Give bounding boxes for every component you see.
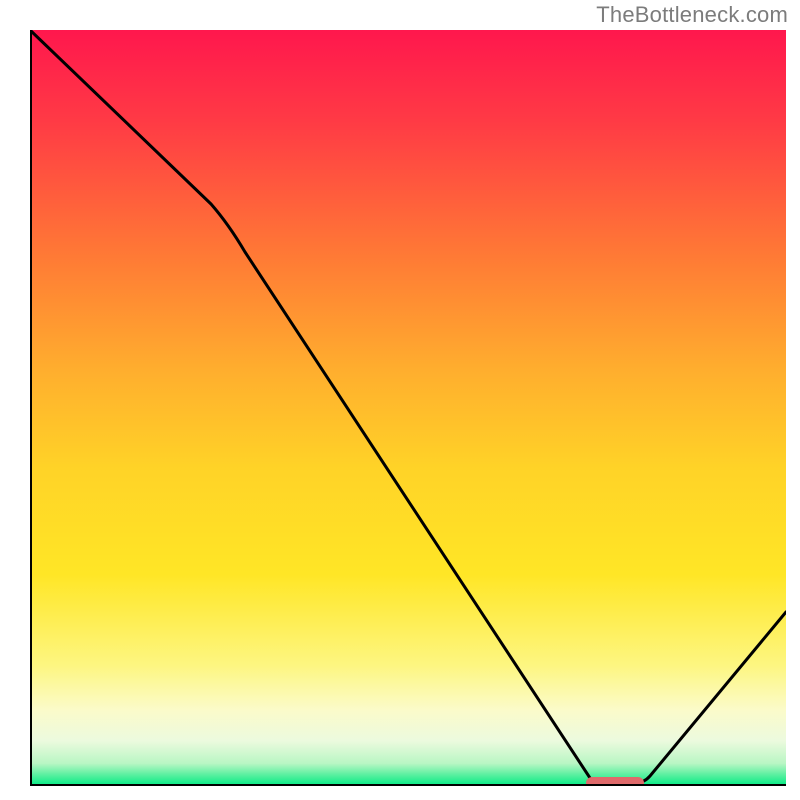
gradient-background (30, 30, 786, 786)
attribution-text: TheBottleneck.com (596, 2, 788, 28)
chart-container: TheBottleneck.com (0, 0, 800, 800)
bottleneck-line-chart (30, 30, 786, 786)
